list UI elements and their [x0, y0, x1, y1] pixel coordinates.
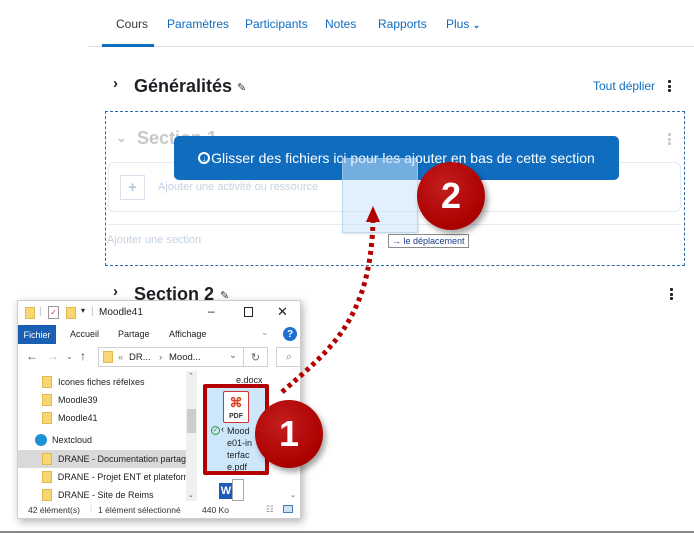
step-badge-2: 2: [417, 162, 485, 230]
step-badge-1: 1: [255, 400, 323, 468]
drag-path-arrow: [280, 206, 380, 394]
arrow-head-icon: [366, 206, 380, 222]
arrow-path: [280, 221, 376, 394]
